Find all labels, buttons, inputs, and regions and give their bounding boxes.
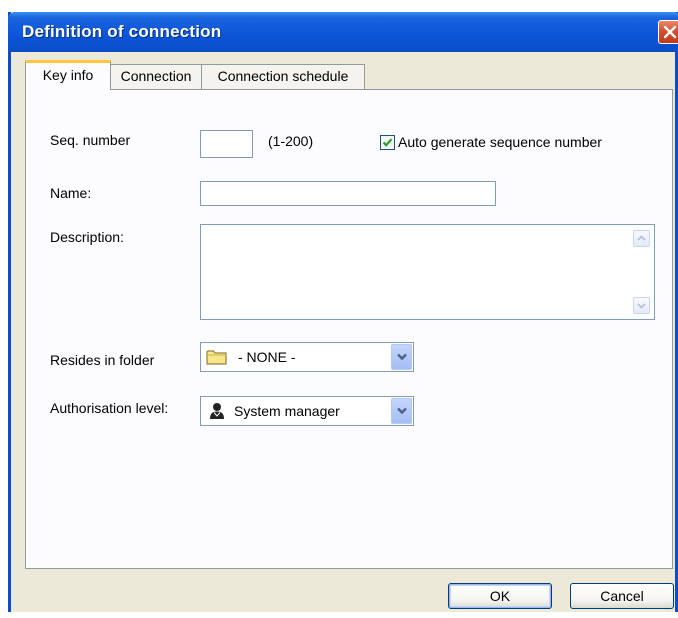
ok-button[interactable]: OK [448,583,552,609]
scroll-up-icon [637,235,646,241]
title-bar[interactable]: Definition of connection [8,12,678,52]
cancel-button[interactable]: Cancel [570,583,674,609]
authorisation-dropdown[interactable]: System manager [200,396,414,426]
authorisation-label: Authorisation level: [50,400,169,416]
auto-generate-label: Auto generate sequence number [398,134,602,150]
folder-dropdown[interactable]: - NONE - [200,342,414,372]
folder-label: Resides in folder [50,352,155,368]
scroll-up-button[interactable] [633,230,650,247]
tab-connection[interactable]: Connection [110,64,202,89]
tab-key-info-label: Key info [42,67,94,83]
seq-number-input[interactable] [200,130,253,158]
folder-value: - NONE - [238,349,296,365]
description-label: Description: [50,229,124,245]
checkmark-icon [382,138,393,147]
tab-key-info[interactable]: Key info [25,60,111,90]
scroll-down-button[interactable] [633,297,650,314]
seq-range-hint: (1-200) [268,133,314,149]
scroll-down-icon [637,303,646,309]
name-label: Name: [50,185,92,201]
folder-icon [206,350,227,365]
close-icon [663,25,677,39]
cancel-button-label: Cancel [600,588,644,604]
auto-generate-checkbox[interactable] [380,135,395,150]
window-title: Definition of connection [22,22,222,41]
description-textarea[interactable] [200,224,655,320]
key-info-panel: Seq. number (1-200) Auto generate sequen… [25,89,673,569]
user-icon [210,403,224,419]
folder-dropdown-button[interactable] [391,344,412,370]
tab-connection-label: Connection [120,68,192,84]
authorisation-value: System manager [234,403,340,419]
tab-connection-schedule[interactable]: Connection schedule [201,64,365,89]
tab-connection-schedule-label: Connection schedule [217,68,349,84]
seq-number-label: Seq. number [50,132,131,148]
chevron-down-icon [397,407,407,415]
close-button[interactable] [658,20,678,44]
dialog-window: Definition of connection Key info Connec… [8,12,678,612]
chevron-down-icon [397,353,407,361]
authorisation-dropdown-button[interactable] [391,398,412,424]
name-input[interactable] [200,181,496,206]
ok-button-label: OK [489,588,511,604]
